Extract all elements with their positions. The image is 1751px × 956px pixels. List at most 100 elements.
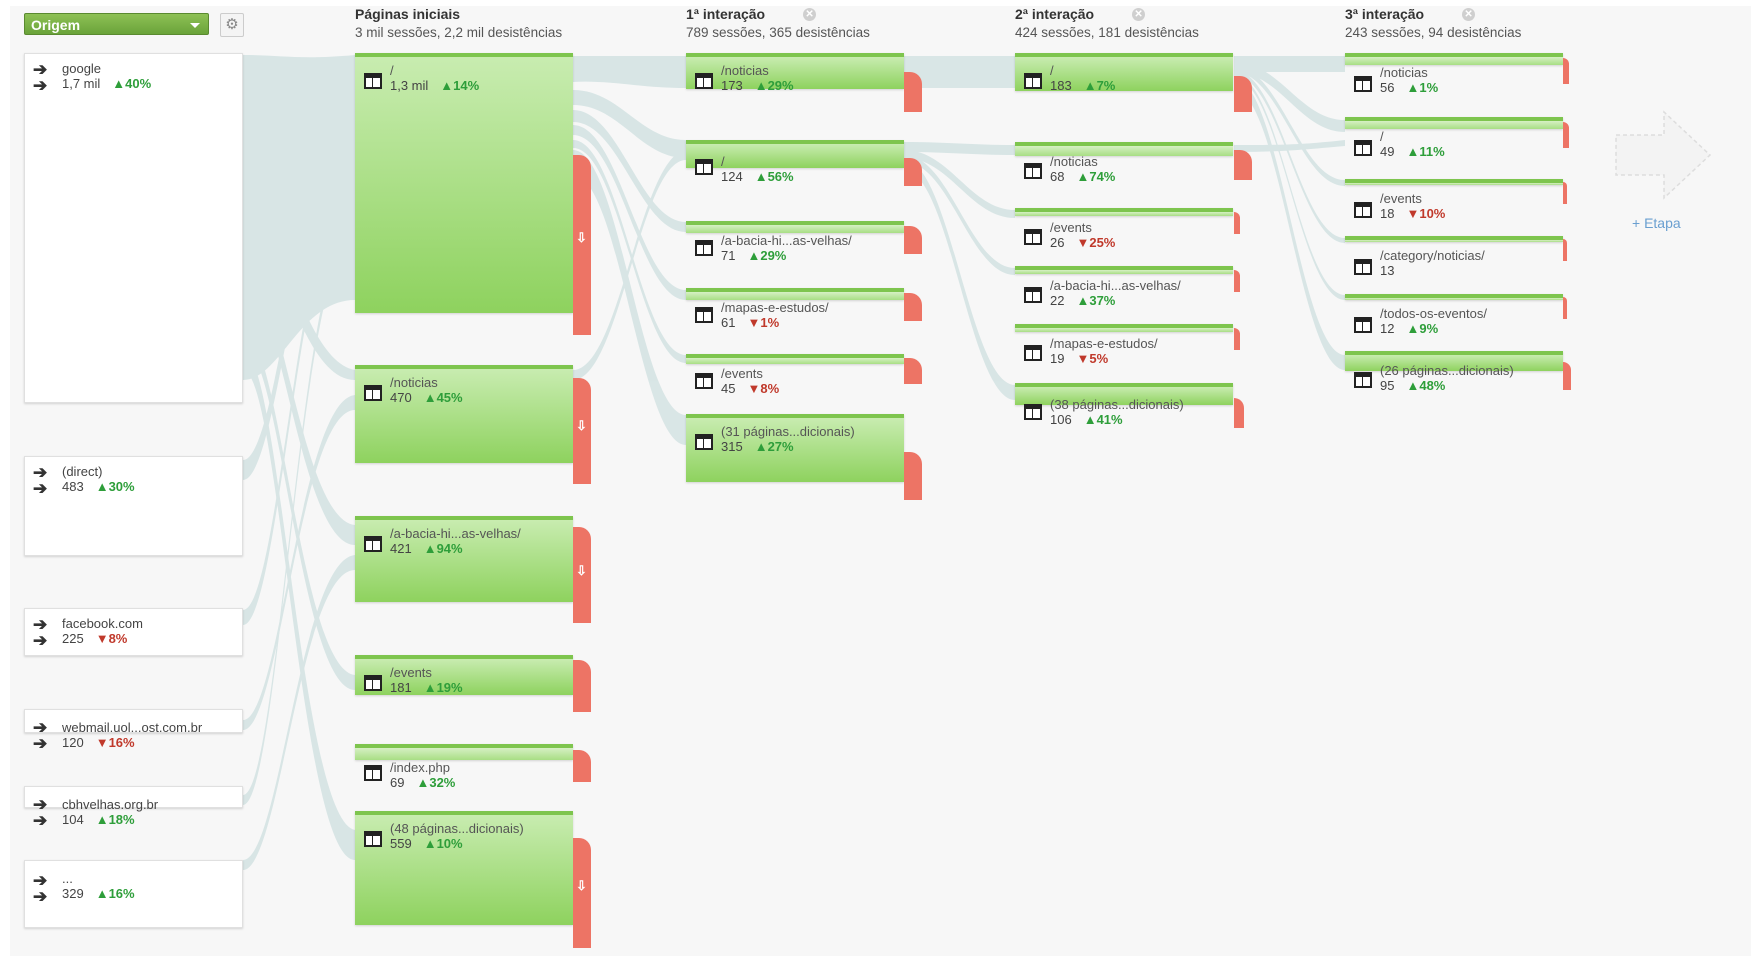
step1-page-node[interactable]: /a-bacia-hi...as-velhas/ 71 ▲29% — [686, 221, 904, 263]
page-value: 71 — [721, 248, 736, 263]
page-change: ▲74% — [1076, 169, 1116, 184]
page-value: 470 — [390, 390, 412, 405]
step2-page-node[interactable]: /mapas-e-estudos/ 19 ▼5% — [1015, 324, 1233, 366]
dropoff-bar[interactable]: ⇩ — [573, 527, 591, 623]
landing-page-node[interactable]: /index.php 69 ▲32% — [355, 744, 573, 790]
close-icon[interactable]: ✕ — [1132, 7, 1146, 21]
dropoff-bar[interactable] — [1563, 297, 1567, 319]
dropoff-bar[interactable] — [904, 72, 922, 112]
page-value: 95 — [1380, 378, 1395, 393]
add-step-link[interactable]: + Etapa — [1632, 215, 1681, 231]
page-change: ▲11% — [1406, 144, 1445, 159]
dimension-select[interactable]: Origem — [24, 13, 209, 35]
dropoff-bar[interactable] — [1563, 122, 1569, 148]
column-header-step3: 3ª interação ✕ 243 sessões, 94 desistênci… — [1345, 6, 1521, 40]
add-step-arrow-icon[interactable] — [1614, 110, 1714, 200]
page-change: ▲27% — [754, 439, 794, 454]
close-icon[interactable]: ✕ — [1462, 7, 1476, 21]
page-change: ▼25% — [1076, 235, 1116, 250]
step3-page-node[interactable]: / 49 ▲11% — [1345, 117, 1563, 159]
dropoff-bar[interactable] — [1234, 328, 1240, 350]
page-icon — [695, 159, 713, 175]
step2-page-node[interactable]: /events 26 ▼25% — [1015, 208, 1233, 250]
landing-page-node[interactable]: /events 181 ▲19% — [355, 655, 573, 695]
page-icon — [695, 434, 713, 450]
step3-page-node[interactable]: /events 18 ▼10% — [1345, 179, 1563, 221]
dropoff-bar[interactable] — [1234, 270, 1240, 292]
page-change: ▲29% — [747, 248, 787, 263]
step3-page-node[interactable]: /category/noticias/ 13 — [1345, 236, 1563, 278]
page-icon — [364, 536, 382, 552]
page-value: 69 — [390, 775, 405, 790]
dropoff-bar[interactable] — [1563, 239, 1567, 261]
page-icon — [1024, 229, 1042, 245]
dropoff-bar[interactable] — [1563, 182, 1567, 204]
step3-page-node[interactable]: (26 páginas...dicionais) 95 ▲48% — [1345, 351, 1563, 393]
column-subtitle: 789 sessões, 365 desistências — [686, 25, 870, 40]
dropoff-bar[interactable] — [904, 358, 922, 384]
dropoff-bar[interactable]: ⇩ — [573, 838, 591, 948]
dropoff-bar[interactable] — [573, 660, 591, 712]
page-name: (48 páginas...dicionais) — [390, 821, 524, 836]
source-change: ▲18% — [95, 812, 135, 827]
source-node[interactable]: ➔ ➔ facebook.com 225 ▼8% — [24, 608, 243, 656]
step1-page-node[interactable]: /events 45 ▼8% — [686, 354, 904, 396]
page-change: ▲56% — [754, 169, 794, 184]
dropoff-bar[interactable] — [1563, 58, 1569, 84]
source-value: 104 — [62, 812, 84, 827]
source-name: (direct) — [62, 464, 103, 479]
page-change: ▲37% — [1076, 293, 1116, 308]
source-value: 120 — [62, 735, 84, 750]
page-name: /events — [390, 665, 432, 680]
dropoff-bar[interactable] — [904, 293, 922, 321]
page-icon — [1024, 345, 1042, 361]
dropoff-bar[interactable] — [1234, 150, 1252, 180]
step2-page-node[interactable]: /a-bacia-hi...as-velhas/ 22 ▲37% — [1015, 266, 1233, 308]
step2-page-node[interactable]: / 183 ▲7% — [1015, 53, 1233, 93]
source-node[interactable]: ➔ ➔ ... 329 ▲16% — [24, 860, 243, 928]
page-icon — [1024, 73, 1042, 89]
page-icon — [364, 73, 382, 89]
settings-button[interactable]: ⚙ — [220, 13, 244, 37]
page-value: 45 — [721, 381, 736, 396]
source-node[interactable]: ➔ ➔ webmail.uol...ost.com.br 120 ▼16% — [24, 709, 243, 752]
dropoff-arrow-icon: ⇩ — [576, 418, 587, 433]
step3-page-node[interactable]: /noticias 56 ▲1% — [1345, 53, 1563, 95]
dropoff-bar[interactable] — [1234, 398, 1244, 428]
page-icon — [1354, 317, 1372, 333]
landing-page-node[interactable]: (48 páginas...dicionais) 559 ▲10% — [355, 811, 573, 925]
dropoff-bar[interactable] — [573, 750, 591, 782]
dropoff-bar[interactable] — [904, 452, 922, 500]
dropoff-bar[interactable] — [904, 226, 922, 254]
dropoff-bar[interactable]: ⇩ — [573, 155, 591, 335]
step2-page-node[interactable]: /noticias 68 ▲74% — [1015, 142, 1233, 184]
page-name: / — [1380, 129, 1384, 144]
page-name: /noticias — [390, 375, 438, 390]
landing-page-node[interactable]: /noticias 470 ▲45% — [355, 365, 573, 463]
step2-page-node[interactable]: (38 páginas...dicionais) 106 ▲41% — [1015, 383, 1233, 427]
step1-page-node[interactable]: /noticias 173 ▲29% — [686, 53, 904, 93]
page-value: 61 — [721, 315, 736, 330]
source-node[interactable]: ➔ ➔ (direct) 483 ▲30% — [24, 456, 243, 556]
landing-page-node[interactable]: / 1,3 mil ▲14% — [355, 53, 573, 313]
step1-page-node[interactable]: (31 páginas...dicionais) 315 ▲27% — [686, 414, 904, 482]
source-node[interactable]: ➔ ➔ google 1,7 mil ▲40% — [24, 53, 243, 403]
step1-page-node[interactable]: /mapas-e-estudos/ 61 ▼1% — [686, 288, 904, 330]
dropoff-bar[interactable] — [1563, 362, 1571, 390]
page-name: (31 páginas...dicionais) — [721, 424, 855, 439]
source-node[interactable]: ➔ ➔ cbhvelhas.org.br 104 ▲18% — [24, 786, 243, 829]
dropoff-bar[interactable] — [1234, 212, 1240, 234]
dropoff-bar[interactable] — [904, 158, 922, 186]
column-title: Páginas iniciais — [355, 6, 461, 22]
close-icon[interactable]: ✕ — [803, 7, 817, 21]
landing-page-node[interactable]: /a-bacia-hi...as-velhas/ 421 ▲94% — [355, 516, 573, 602]
dropoff-bar[interactable] — [1234, 76, 1252, 112]
step1-page-node[interactable]: / 124 ▲56% — [686, 140, 904, 184]
gear-icon: ⚙ — [225, 16, 239, 33]
page-change: ▼8% — [747, 381, 780, 396]
dropoff-bar[interactable]: ⇩ — [573, 378, 591, 484]
page-icon — [695, 73, 713, 89]
source-arrow-icon: ➔ ➔ — [33, 795, 48, 830]
step3-page-node[interactable]: /todos-os-eventos/ 12 ▲9% — [1345, 294, 1563, 336]
column-header-step1: 1ª interação ✕ 789 sessões, 365 desistênc… — [686, 6, 870, 40]
